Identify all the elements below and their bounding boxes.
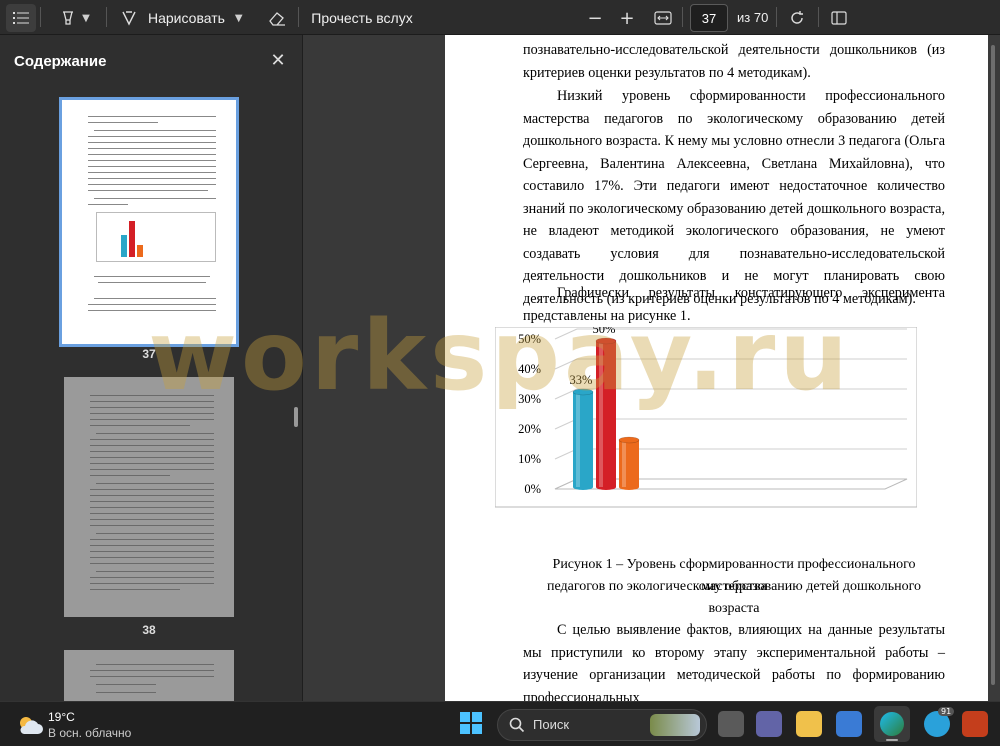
- eraser-button[interactable]: [264, 4, 290, 32]
- page-number-input[interactable]: 37: [690, 4, 728, 32]
- thumbnail-chart: [96, 212, 216, 262]
- zoom-in-button[interactable]: +: [616, 4, 638, 32]
- paragraph: С целью выявление фактов, влияющих на да…: [523, 622, 945, 701]
- toolbar-divider: [106, 7, 107, 27]
- taskbar: 19°C В осн. облачно Поиск 91: [0, 701, 1000, 746]
- page-total-label: из 70: [737, 10, 769, 25]
- panel-resize-handle[interactable]: [294, 407, 298, 427]
- highlighter-icon: [63, 11, 74, 25]
- page-thumbnail-number: 38: [142, 623, 156, 637]
- search-label: Поиск: [533, 717, 570, 732]
- chevron-down-icon: ▼: [234, 12, 243, 24]
- task-view-icon[interactable]: [718, 711, 744, 737]
- fit-width-icon: [654, 11, 672, 25]
- pen-icon: [122, 11, 136, 26]
- rotate-icon: [791, 11, 803, 24]
- contents-toggle-button[interactable]: [6, 4, 36, 32]
- page-thumbnail-39[interactable]: [64, 650, 234, 701]
- minus-icon: −: [587, 7, 603, 29]
- bar-top: [618, 436, 640, 444]
- start-button[interactable]: [459, 711, 485, 737]
- document-viewport: познавательно-исследовательской деятельн…: [303, 35, 1000, 701]
- page-thumbnail-37[interactable]: [59, 97, 239, 347]
- toolbar-divider: [298, 7, 299, 27]
- rotate-button[interactable]: [784, 4, 810, 32]
- toolbar-divider: [682, 7, 683, 27]
- contents-panel: Содержание ✕ 37 38: [0, 35, 303, 701]
- page-view-icon: [831, 11, 847, 25]
- partly-cloudy-icon: [20, 717, 43, 734]
- paragraph: Графически результаты констатирующего эк…: [523, 285, 945, 324]
- bar-top: [595, 337, 617, 345]
- weather-temperature[interactable]: 19°C: [48, 710, 75, 724]
- office-app-icon[interactable]: [962, 711, 988, 737]
- toolbar-divider: [818, 7, 819, 27]
- y-tick-label: 10%: [518, 452, 541, 466]
- notification-badge: 91: [938, 707, 955, 716]
- zoom-out-button[interactable]: −: [584, 4, 606, 32]
- scrollbar-thumb[interactable]: [991, 45, 995, 685]
- y-tick-label: 30%: [518, 392, 541, 406]
- bar-top: [572, 388, 594, 396]
- store-icon[interactable]: [836, 711, 862, 737]
- toolbar-divider: [40, 7, 41, 27]
- search-highlight-icon: [650, 714, 700, 736]
- document-page: познавательно-исследовательской деятельн…: [445, 35, 988, 701]
- eraser-icon: [269, 12, 285, 26]
- chevron-down-icon: ▼: [82, 12, 90, 24]
- figure-caption-line: педагогов по экологическому образованию …: [547, 579, 921, 616]
- contents-panel-title: Содержание: [14, 53, 107, 70]
- paragraph: познавательно-исследовательской деятельн…: [523, 42, 945, 81]
- page-view-button[interactable]: [826, 4, 852, 32]
- telegram-icon[interactable]: 91: [924, 707, 955, 737]
- bar-highlight: [622, 440, 626, 487]
- toolbar: ▼ Нарисовать ▼ Прочесть вслух − + 37 из …: [0, 0, 1000, 35]
- bar-highlight: [599, 341, 603, 487]
- teams-icon[interactable]: [756, 711, 782, 737]
- page-number-value: 37: [701, 10, 717, 26]
- weather-description[interactable]: В осн. облачно: [48, 726, 131, 740]
- y-tick-label: 0%: [524, 482, 541, 496]
- search-icon: [509, 717, 525, 733]
- bar: [618, 436, 640, 490]
- list-icon: [13, 12, 29, 24]
- page-thumbnail-number: 37: [142, 347, 156, 361]
- fit-to-width-button[interactable]: [650, 4, 676, 32]
- read-aloud-button[interactable]: Прочесть вслух: [306, 4, 418, 32]
- read-aloud-label: Прочесть вслух: [311, 10, 413, 26]
- bar-chart: 0% 10% 20% 30% 40% 50% 33% 50%: [495, 327, 917, 508]
- bar: [572, 388, 594, 490]
- y-tick-label: 20%: [518, 422, 541, 436]
- edge-icon[interactable]: [874, 706, 910, 742]
- windows-icon: [460, 712, 482, 734]
- highlight-button[interactable]: ▼: [50, 4, 100, 32]
- draw-label: Нарисовать: [148, 10, 225, 26]
- paragraph: Низкий уровень сформированности професси…: [523, 88, 945, 307]
- toolbar-divider: [776, 7, 777, 27]
- data-label: 50%: [593, 327, 616, 336]
- page-thumbnail-38[interactable]: [64, 377, 234, 617]
- plus-icon: +: [619, 7, 635, 29]
- close-icon[interactable]: ✕: [268, 51, 288, 71]
- data-label: 33%: [570, 373, 593, 387]
- taskbar-search[interactable]: Поиск: [497, 709, 707, 741]
- y-tick-label: 40%: [518, 362, 541, 376]
- bar-highlight: [576, 392, 580, 487]
- bar: [595, 337, 617, 490]
- y-tick-label: 50%: [518, 332, 541, 346]
- draw-button[interactable]: Нарисовать ▼: [120, 4, 255, 32]
- file-explorer-icon[interactable]: [796, 711, 822, 737]
